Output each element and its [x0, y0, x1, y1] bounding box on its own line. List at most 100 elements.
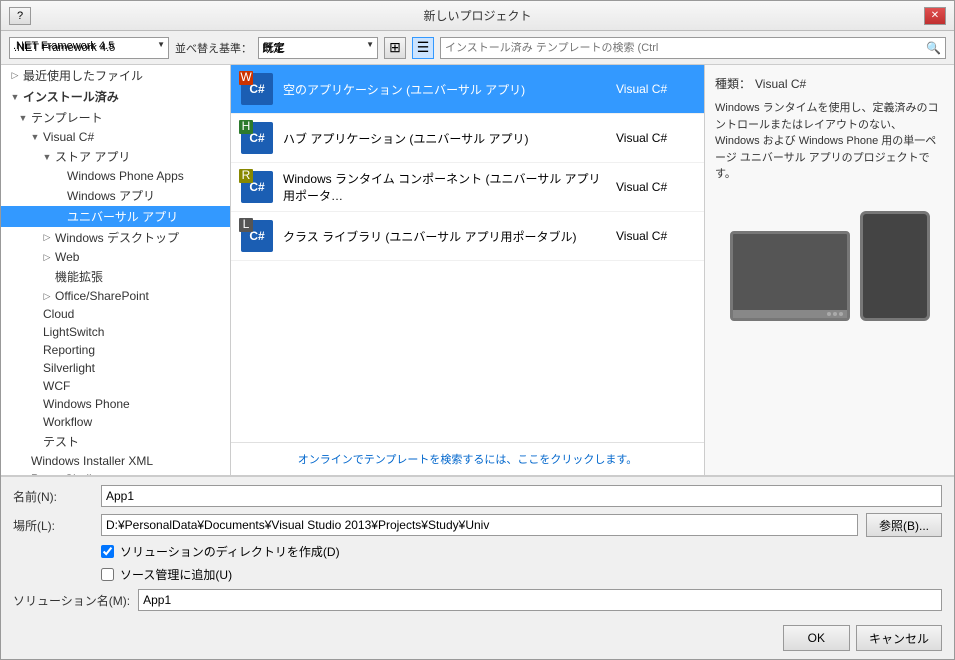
sidebar-label-windows-desktop: Windows デスクトップ [55, 229, 179, 246]
preview-area [715, 191, 944, 341]
checkboxes-area-2: ソース管理に追加(U) [101, 566, 942, 583]
preview-bar [733, 310, 847, 318]
sidebar-label-universal-apps: ユニバーサル アプリ [67, 208, 178, 225]
project-icon-1: C# H [239, 120, 275, 156]
project-icon-0: C# W [239, 71, 275, 107]
preview-dot-1 [827, 312, 831, 316]
framework-select-wrap[interactable]: .NET Framework 4.5 .NET Framework 4.5 [9, 37, 169, 59]
form-row-location: 場所(L): 参照(B)... [13, 513, 942, 537]
sidebar-label-wcf: WCF [43, 379, 70, 393]
project-icon-2: C# R [239, 169, 275, 205]
dialog-title: 新しいプロジェクト [31, 7, 924, 24]
sidebar-item-windows-desktop[interactable]: ▷ Windows デスクトップ [1, 227, 230, 248]
sidebar-label-windows-installer: Windows Installer XML [31, 454, 153, 468]
close-button[interactable]: ✕ [924, 7, 946, 25]
framework-select[interactable]: .NET Framework 4.5 [9, 37, 169, 59]
sidebar-item-lightswitch[interactable]: LightSwitch [1, 323, 230, 341]
sidebar-item-silverlight[interactable]: Silverlight [1, 359, 230, 377]
project-name-2: Windows ランタイム コンポーネント (ユニバーサル アプリ用ポータ… [283, 170, 608, 204]
sidebar-label-store-apps: ストア アプリ [55, 148, 130, 165]
online-link[interactable]: オンラインでテンプレートを検索するには、ここをクリックします。 [298, 454, 638, 466]
sidebar-item-cloud[interactable]: Cloud [1, 305, 230, 323]
sort-select-wrap[interactable]: 既定 既定 [258, 37, 378, 59]
project-item-3[interactable]: C# L クラス ライブラリ (ユニバーサル アプリ用ポータブル) Visual… [231, 212, 704, 261]
toolbar: .NET Framework 4.5 .NET Framework 4.5 並べ… [1, 31, 954, 65]
preview-screen-small [860, 211, 930, 321]
project-name-1: ハブ アプリケーション (ユニバーサル アプリ) [283, 130, 608, 147]
svg-text:R: R [242, 169, 251, 182]
ok-button[interactable]: OK [783, 625, 850, 651]
expand-icon-ua [53, 211, 65, 223]
content-area: ▷ 最近使用したファイル ▼ インストール済み ▼ テンプレート ▼ Visua… [1, 65, 954, 475]
sidebar-item-reporting[interactable]: Reporting [1, 341, 230, 359]
sidebar-item-web[interactable]: ▷ Web [1, 248, 230, 266]
project-name-3: クラス ライブラリ (ユニバーサル アプリ用ポータブル) [283, 228, 608, 245]
preview-screen-large [730, 231, 850, 321]
project-lang-0: Visual C# [616, 82, 696, 96]
checkbox-solution-dir[interactable] [101, 545, 114, 558]
sidebar-item-installed[interactable]: ▼ インストール済み [1, 86, 230, 107]
project-name-0: 空のアプリケーション (ユニバーサル アプリ) [283, 81, 608, 98]
browse-button[interactable]: 参照(B)... [866, 513, 942, 537]
checkbox-source-control[interactable] [101, 568, 114, 581]
expand-icon: ▷ [9, 70, 21, 82]
preview-dot-3 [839, 312, 843, 316]
sort-select[interactable]: 既定 [258, 37, 378, 59]
help-button[interactable]: ? [9, 7, 31, 25]
project-item-1[interactable]: C# H ハブ アプリケーション (ユニバーサル アプリ) Visual C# [231, 114, 704, 163]
right-panel-description: Windows ランタイムを使用し、定義済みのコントロールまたはレイアウトのない… [715, 100, 944, 183]
project-lang-3: Visual C# [616, 229, 696, 243]
expand-icon-templates: ▼ [17, 112, 29, 124]
sidebar-item-windows-phone[interactable]: Windows Phone [1, 395, 230, 413]
search-icon: 🔍 [926, 41, 941, 55]
expand-icon-wcf [29, 380, 41, 392]
bottom-form: 名前(N): 場所(L): 参照(B)... ソリューションのディレクトリを作成… [1, 475, 954, 619]
name-input[interactable] [101, 485, 942, 507]
sidebar-item-store-apps[interactable]: ▼ ストア アプリ [1, 146, 230, 167]
sidebar-item-recent[interactable]: ▷ 最近使用したファイル [1, 65, 230, 86]
location-input[interactable] [101, 514, 858, 536]
location-label: 場所(L): [13, 517, 93, 534]
project-item-2[interactable]: C# R Windows ランタイム コンポーネント (ユニバーサル アプリ用ポ… [231, 163, 704, 212]
sidebar-item-office-sharepoint[interactable]: ▷ Office/SharePoint [1, 287, 230, 305]
expand-icon-wd: ▷ [41, 232, 53, 244]
expand-icon-sl [29, 362, 41, 374]
grid-view-button[interactable]: ⊞ [384, 37, 406, 59]
project-item-0[interactable]: C# W 空のアプリケーション (ユニバーサル アプリ) Visual C# [231, 65, 704, 114]
sidebar-item-universal-apps[interactable]: ユニバーサル アプリ [1, 206, 230, 227]
sidebar-label-visual-c: Visual C# [43, 130, 94, 144]
sidebar-item-test[interactable]: テスト [1, 431, 230, 452]
dialog: ? 新しいプロジェクト ✕ .NET Framework 4.5 .NET Fr… [0, 0, 955, 660]
svg-text:L: L [243, 218, 250, 231]
expand-icon-os: ▷ [41, 290, 53, 302]
sidebar-label-recent: 最近使用したファイル [23, 67, 143, 84]
sidebar-item-workflow[interactable]: Workflow [1, 413, 230, 431]
search-box[interactable]: 🔍 [440, 37, 946, 59]
sidebar-item-windows-apps[interactable]: Windows アプリ [1, 185, 230, 206]
sidebar-item-windows-phone-apps[interactable]: Windows Phone Apps [1, 167, 230, 185]
checkbox-label-source-control: ソース管理に追加(U) [120, 566, 232, 583]
list-view-button[interactable]: ☰ [412, 37, 434, 59]
right-panel-type-value: Visual C# [755, 77, 806, 91]
sidebar-label-installed: インストール済み [23, 88, 119, 105]
sidebar-item-windows-installer[interactable]: Windows Installer XML [1, 452, 230, 470]
sidebar-item-templates[interactable]: ▼ テンプレート [1, 107, 230, 128]
sidebar-label-lightswitch: LightSwitch [43, 325, 104, 339]
sidebar-item-visual-c[interactable]: ▼ Visual C# [1, 128, 230, 146]
expand-icon-wp [29, 398, 41, 410]
search-input[interactable] [445, 42, 922, 54]
sidebar-item-extensions[interactable]: 機能拡張 [1, 266, 230, 287]
sidebar-label-office-sharepoint: Office/SharePoint [55, 289, 149, 303]
sidebar-label-test: テスト [43, 433, 79, 450]
right-panel-type-row: 種類： Visual C# [715, 75, 944, 92]
sidebar-item-wcf[interactable]: WCF [1, 377, 230, 395]
checkbox-row-2: ソース管理に追加(U) [101, 566, 232, 583]
expand-icon-wa [53, 190, 65, 202]
cancel-button[interactable]: キャンセル [856, 625, 942, 651]
sidebar-label-workflow: Workflow [43, 415, 92, 429]
right-panel-type-label: 種類： [715, 75, 751, 92]
sidebar-label-web: Web [55, 250, 79, 264]
title-bar-buttons: ✕ [924, 7, 946, 25]
solution-input[interactable] [138, 589, 942, 611]
expand-icon-rep [29, 344, 41, 356]
